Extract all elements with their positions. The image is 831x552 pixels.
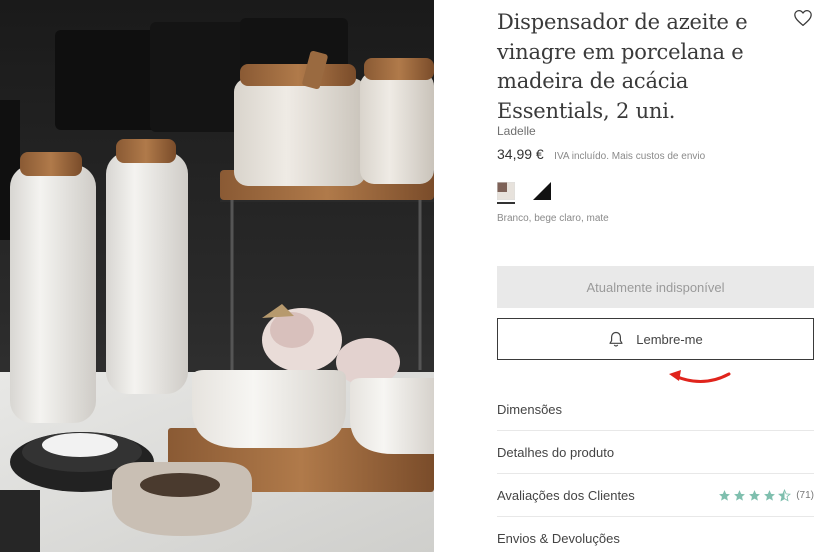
remind-me-label: Lembre-me [636,331,703,347]
product-title: Dispensador de azeite e vinagre em porce… [497,10,748,123]
vat-note: IVA incluído. Mais custos de envio [554,151,706,162]
bell-icon [609,331,623,347]
price: 34,99 € [497,146,544,162]
swatch-black-white[interactable] [533,182,551,204]
brand-name[interactable]: Ladelle [497,124,536,138]
accordion-dimensions[interactable]: Dimensões [497,388,814,431]
swatch-white-beige-icon [496,181,516,201]
star-icon [764,489,776,501]
star-icon [749,489,761,501]
star-icon [719,489,731,501]
star-half-icon [778,488,792,502]
accordion-label: Avaliações dos Clientes [497,487,635,503]
product-image [0,0,434,552]
accordion-shipping-returns[interactable]: Envios & Devoluções [497,517,814,552]
arrow-annotation [669,370,731,383]
accordion-label: Dimensões [497,401,563,417]
wishlist-button[interactable] [793,9,815,29]
unavailable-button: Atualmente indisponível [497,266,814,308]
swatch-white-beige[interactable] [496,181,516,204]
color-name: Branco, bege claro, mate [497,213,609,224]
star-icon [734,489,746,501]
unavailable-label: Atualmente indisponível [586,279,725,295]
review-count: (71) [796,489,814,501]
product-info-panel: Dispensador de azeite e vinagre em porce… [496,0,815,552]
price-row: 34,99 € IVA incluído. Mais custos de env… [497,146,705,164]
heart-icon [794,10,812,26]
swatch-black-white-icon [533,182,551,200]
star-rating: (71) [718,488,814,502]
remind-me-button[interactable]: Lembre-me [497,318,814,360]
accordion-product-details[interactable]: Detalhes do produto [497,431,814,474]
accordion-label: Envios & Devoluções [497,531,620,546]
color-swatches [496,181,551,204]
accordion-customer-reviews[interactable]: Avaliações dos Clientes (71) [497,474,814,517]
accordion-label: Detalhes do produto [497,444,615,460]
